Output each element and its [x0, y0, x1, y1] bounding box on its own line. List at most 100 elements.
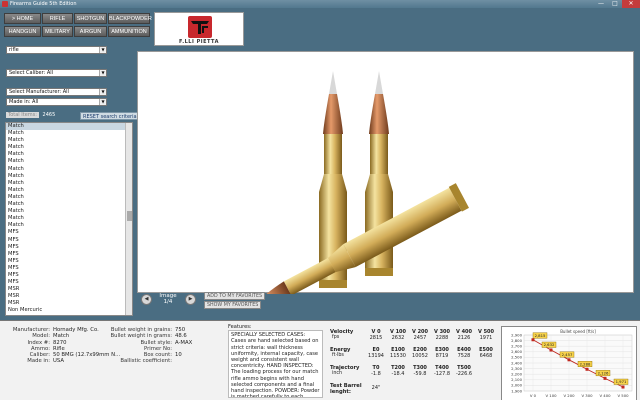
- cartridge-lying: [239, 183, 469, 314]
- minimize-button[interactable]: —: [594, 0, 608, 8]
- list-item[interactable]: Match: [6, 187, 132, 194]
- list-item[interactable]: Match: [6, 215, 132, 222]
- spec-value: A-MAX: [175, 339, 193, 346]
- image-caption-index: 1/4: [163, 299, 173, 305]
- pietta-emblem-icon: [188, 16, 212, 38]
- x-tick-label: V 500: [617, 393, 629, 398]
- spec-value: 750: [175, 327, 186, 333]
- reset-search-button[interactable]: RESET search criteria: [80, 112, 140, 120]
- barrel-length-value: 24": [371, 385, 381, 391]
- x-tick-label: V 400: [599, 393, 611, 398]
- chart-canvas: Bullet speed [ft/s]2,9002,8002,7002,6002…: [511, 329, 633, 398]
- list-item[interactable]: MFS: [6, 237, 132, 244]
- spec-label: Ballistic coefficient:: [120, 358, 172, 365]
- details-panel: Manufacturer: Hornady Mfg. Co. Model: Match…: [0, 320, 640, 400]
- y-tick-label: 1,900: [511, 388, 522, 393]
- list-item[interactable]: Match: [6, 137, 132, 144]
- type-select[interactable]: rifle ▼: [6, 46, 107, 54]
- list-scrollbar[interactable]: [125, 123, 132, 315]
- close-button[interactable]: ✕: [622, 0, 640, 8]
- list-item[interactable]: Match: [6, 173, 132, 180]
- list-item[interactable]: Match: [6, 208, 132, 215]
- spec-label: Made in:: [27, 358, 50, 365]
- bullet-speed-chart: Bullet speed [ft/s] 2,900 2,800 2,700 2,600 2…: [501, 326, 637, 400]
- list-item[interactable]: Match: [6, 158, 132, 165]
- list-item[interactable]: Match: [6, 222, 132, 229]
- barrel-length-label: Test Barrel lenght:: [330, 383, 362, 395]
- list-item[interactable]: Match: [6, 144, 132, 151]
- data-label: 1,971: [616, 379, 627, 384]
- data-point: [549, 348, 553, 352]
- y-tick-label: 2,200: [511, 372, 522, 377]
- nav-blackpowder[interactable]: BLACKPOWDER: [108, 13, 152, 24]
- spec-row: Made in: USA: [4, 358, 120, 364]
- chevron-down-icon: ▼: [99, 70, 106, 76]
- velocity-value: 2632: [391, 335, 405, 341]
- list-item[interactable]: Match: [6, 201, 132, 208]
- prev-image-button[interactable]: ◀: [141, 294, 152, 305]
- spec-row: Ballistic coefficient:: [110, 358, 192, 364]
- nav-rifle[interactable]: RIFLE: [42, 13, 73, 24]
- list-item[interactable]: MSR: [6, 300, 132, 307]
- chevron-down-icon: ▼: [99, 47, 106, 53]
- spec-value: 10: [175, 352, 182, 359]
- list-item[interactable]: MFS: [6, 265, 132, 272]
- specs-left: Manufacturer: Hornady Mfg. Co. Model: Match…: [4, 327, 120, 365]
- made-in-select[interactable]: Made in: All ▼: [6, 98, 107, 106]
- list-item[interactable]: MSR: [6, 286, 132, 293]
- energy-value: 8719: [435, 353, 449, 359]
- data-point: [621, 385, 625, 389]
- features-section: Features: SPECIALLY SELECTED CASES: Case…: [228, 324, 323, 400]
- list-item[interactable]: Match: [6, 194, 132, 201]
- app-icon: [2, 1, 8, 7]
- velocity-value: 2288: [435, 335, 449, 341]
- list-item[interactable]: Match: [6, 180, 132, 187]
- y-tick-label: 2,500: [511, 355, 522, 360]
- caliber-select[interactable]: Select Caliber: All ▼: [6, 69, 107, 77]
- velocity-value: 2126: [457, 335, 471, 341]
- spec-value: Rifle: [53, 345, 65, 352]
- nav-military[interactable]: MILITARY: [42, 26, 73, 37]
- data-label: 2,126: [598, 371, 609, 376]
- y-tick-label: 2,000: [511, 383, 522, 388]
- nav-handgun[interactable]: HANDGUN: [4, 26, 41, 37]
- show-favorites-button[interactable]: SHOW MY FAVORITES: [204, 301, 262, 309]
- data-label: 2,457: [562, 352, 573, 357]
- nav-home[interactable]: > HOME: [4, 13, 41, 24]
- list-item[interactable]: MFS: [6, 272, 132, 279]
- results-list[interactable]: Match Match Match Match Match Match Match Match…: [5, 122, 133, 316]
- spec-value: 48.6: [175, 333, 187, 340]
- add-to-favorites-button[interactable]: ADD TO MY FAVORITES: [204, 292, 266, 300]
- y-tick-label: 2,400: [511, 360, 522, 365]
- list-item[interactable]: MFS: [6, 229, 132, 236]
- maximize-button[interactable]: □: [608, 0, 622, 8]
- chevron-left-icon: ◀: [144, 296, 149, 302]
- velocity-value: 2457: [413, 335, 427, 341]
- features-text-box[interactable]: SPECIALLY SELECTED CASES: Cases are hand…: [228, 330, 323, 399]
- spec-value: Match: [53, 333, 70, 340]
- list-item[interactable]: MFS: [6, 279, 132, 286]
- trajectory-unit: inch: [332, 371, 343, 376]
- y-tick-label: 2,700: [511, 344, 522, 349]
- list-item[interactable]: MFS: [6, 258, 132, 265]
- list-item[interactable]: MSR: [6, 293, 132, 300]
- nav-ammunition[interactable]: AMMUNITION: [108, 26, 150, 37]
- next-image-button[interactable]: ▶: [185, 294, 196, 305]
- list-item[interactable]: Match: [6, 166, 132, 173]
- trajectory-value: -1.8: [371, 371, 381, 377]
- list-item[interactable]: Match: [6, 151, 132, 158]
- scrollbar-thumb[interactable]: [127, 211, 132, 221]
- nav-shotgun[interactable]: SHOTGUN: [74, 13, 107, 24]
- nav-airgun[interactable]: AIRGUN: [74, 26, 107, 37]
- list-item[interactable]: MFS: [6, 251, 132, 258]
- list-item[interactable]: Match: [6, 123, 132, 131]
- y-tick-label: 2,600: [511, 349, 522, 354]
- energy-value: 6468: [479, 353, 493, 359]
- x-tick-label: V 300: [581, 393, 593, 398]
- list-item[interactable]: MFS: [6, 244, 132, 251]
- caliber-select-value: Select Caliber: All: [9, 70, 54, 76]
- trajectory-value: -226.6: [455, 371, 473, 377]
- list-item[interactable]: Match: [6, 130, 132, 137]
- list-item[interactable]: Non Mercuric: [6, 307, 132, 314]
- manufacturer-select[interactable]: Select Manufacturer: All ▼: [6, 88, 107, 96]
